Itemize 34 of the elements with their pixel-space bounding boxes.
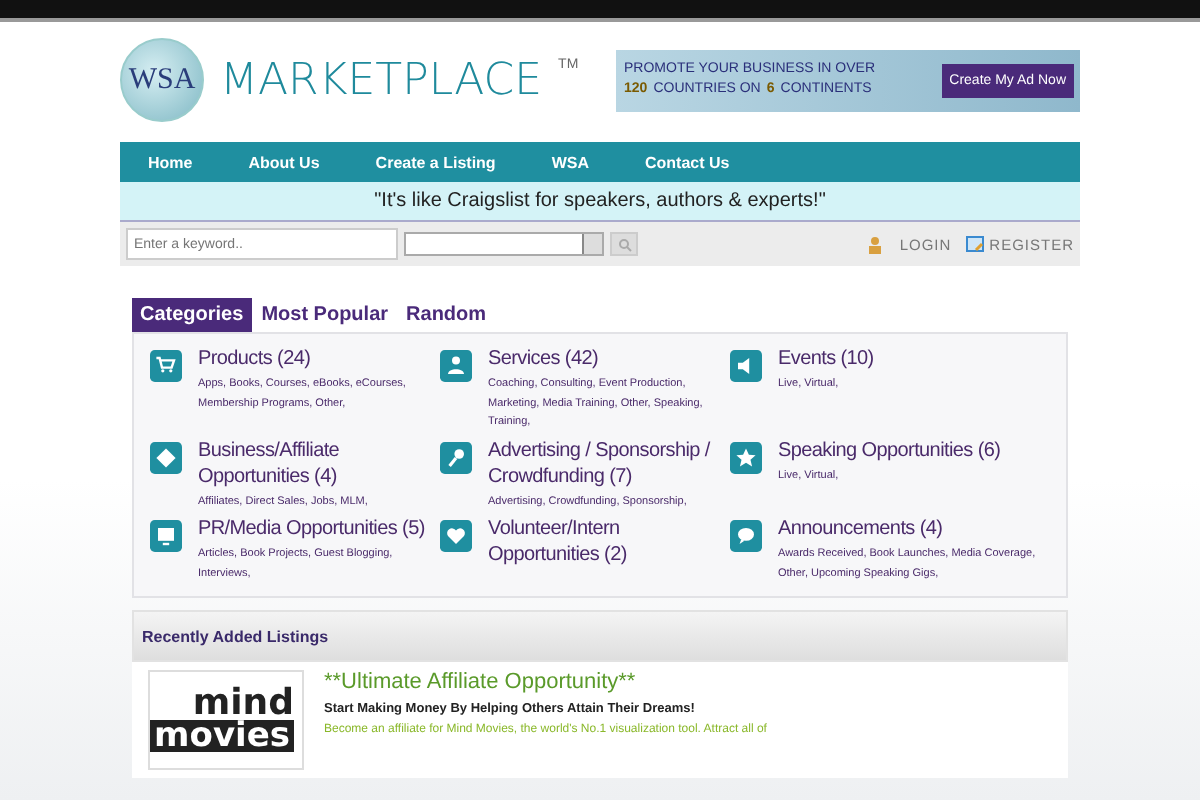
section-title: Recently Added Listings — [142, 627, 329, 645]
tagline: "It's like Craigslist for speakers, authors & experts!" — [120, 182, 1080, 222]
category-link[interactable]: Business/Affiliate Opportunities (4) — [198, 437, 432, 489]
bubble-icon — [730, 520, 762, 552]
diamond-icon — [150, 441, 182, 473]
category-tab[interactable]: Categories — [132, 298, 252, 332]
category-link[interactable]: Products (24) — [198, 346, 432, 372]
nav-link[interactable]: Contact Us — [616, 153, 758, 171]
screen-icon — [150, 520, 182, 552]
site-title: MARKETPLACE — [220, 55, 543, 105]
category-link[interactable]: Announcements (4) — [778, 516, 1050, 542]
category-link[interactable]: Services (42) — [488, 346, 722, 372]
category-link[interactable]: Events (10) — [778, 346, 874, 372]
register-icon — [965, 236, 984, 252]
nav-link[interactable]: About Us — [220, 153, 348, 171]
search-icon — [617, 237, 631, 251]
category-tab[interactable]: Random — [398, 298, 495, 332]
nav-link[interactable]: Create a Listing — [347, 153, 524, 171]
user-icon — [867, 235, 882, 253]
nav-link[interactable]: WSA — [523, 153, 617, 171]
globe-logo: WSA — [120, 38, 204, 122]
category-link[interactable]: Speaking Opportunities (6) — [778, 437, 1001, 463]
speaker-icon — [730, 350, 762, 382]
category-tab[interactable]: Most Popular — [253, 298, 397, 332]
category-link[interactable]: PR/Media Opportunities (5) — [198, 516, 432, 542]
listing-thumbnail[interactable]: mind movies — [148, 670, 304, 770]
category-dropdown[interactable] — [404, 232, 604, 256]
pin-icon — [440, 441, 472, 473]
cart-icon — [150, 350, 182, 382]
category-link[interactable]: Advertising / Sponsorship / Crowdfunding (7) — [488, 437, 722, 489]
nav-link[interactable]: Home — [120, 153, 221, 171]
person-icon — [440, 350, 472, 382]
search-button[interactable] — [610, 232, 638, 256]
category-link[interactable]: Volunteer/Intern Opportunities (2) — [488, 516, 722, 568]
